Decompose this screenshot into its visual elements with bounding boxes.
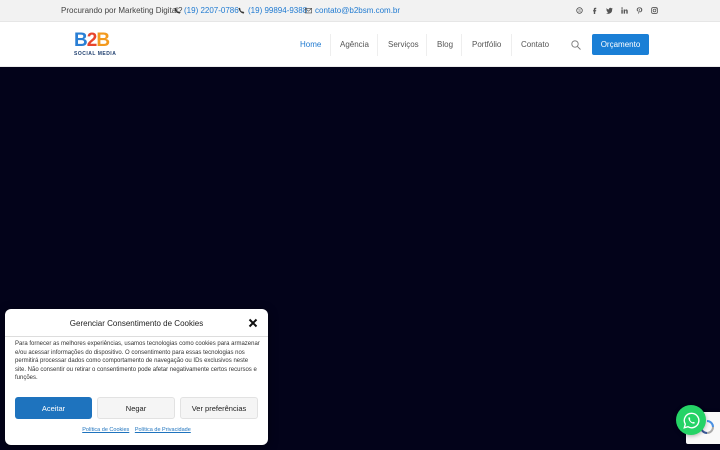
cookie-consent-modal: Gerenciar Consentimento de Cookies Para … (5, 309, 268, 445)
logo-mark: B2B (74, 30, 110, 51)
search-icon[interactable] (571, 40, 581, 50)
nav-contato[interactable]: Contato (521, 22, 549, 67)
logo-subtitle: SOCIAL MEDIA (74, 51, 117, 57)
instagram-icon[interactable] (650, 5, 658, 15)
phone-link-1[interactable]: (19) 2207-0786 (174, 6, 239, 15)
twitter-icon[interactable] (605, 5, 613, 15)
facebook-icon[interactable] (590, 5, 598, 15)
nav-divider (377, 34, 378, 56)
site-header: B2B SOCIAL MEDIA Home Agência Serviços B… (0, 22, 720, 67)
site-logo[interactable]: B2B SOCIAL MEDIA (74, 31, 122, 59)
svg-text:S: S (578, 7, 581, 12)
cookie-modal-title: Gerenciar Consentimento de Cookies (69, 319, 204, 328)
policy-links: Política de Cookies Política de Privacid… (5, 427, 268, 433)
phone-link-2[interactable]: (19) 99894-9388 (238, 6, 307, 15)
deny-button[interactable]: Negar (97, 397, 175, 419)
nav-divider (511, 34, 512, 56)
envelope-icon (305, 8, 312, 14)
close-icon[interactable] (248, 318, 258, 328)
accept-button[interactable]: Aceitar (15, 397, 92, 419)
nav-agencia[interactable]: Agência (340, 22, 369, 67)
whatsapp-icon (682, 412, 700, 429)
pinterest-icon[interactable] (635, 5, 643, 15)
privacy-policy-link[interactable]: Política de Privacidade (135, 427, 191, 433)
modal-divider (5, 336, 268, 337)
nav-divider (426, 34, 427, 56)
phone-icon (174, 7, 181, 14)
email-text: contato@b2bsm.com.br (315, 6, 401, 15)
topbar-question: Procurando por Marketing Digital? (61, 6, 183, 15)
phone-1-text: (19) 2207-0786 (184, 6, 239, 15)
quote-button[interactable]: Orçamento (592, 34, 649, 55)
nav-home[interactable]: Home (300, 22, 321, 67)
nav-divider (461, 34, 462, 56)
whatsapp-button[interactable] (676, 405, 706, 435)
social-links: S (575, 5, 658, 15)
preferences-button[interactable]: Ver preferências (180, 397, 258, 419)
nav-servicos[interactable]: Serviços (388, 22, 419, 67)
nav-divider (330, 34, 331, 56)
top-bar: Procurando por Marketing Digital? (19) 2… (0, 0, 720, 22)
phone-icon (238, 7, 245, 14)
skype-icon[interactable]: S (575, 5, 583, 15)
linkedin-icon[interactable] (620, 5, 628, 15)
nav-blog[interactable]: Blog (437, 22, 453, 67)
nav-portfolio[interactable]: Portfólio (472, 22, 501, 67)
cookie-policy-link[interactable]: Política de Cookies (82, 427, 129, 433)
email-link[interactable]: contato@b2bsm.com.br (305, 6, 400, 15)
phone-2-text: (19) 99894-9388 (248, 6, 308, 15)
cookie-modal-description: Para fornecer as melhores experiências, … (15, 341, 260, 381)
